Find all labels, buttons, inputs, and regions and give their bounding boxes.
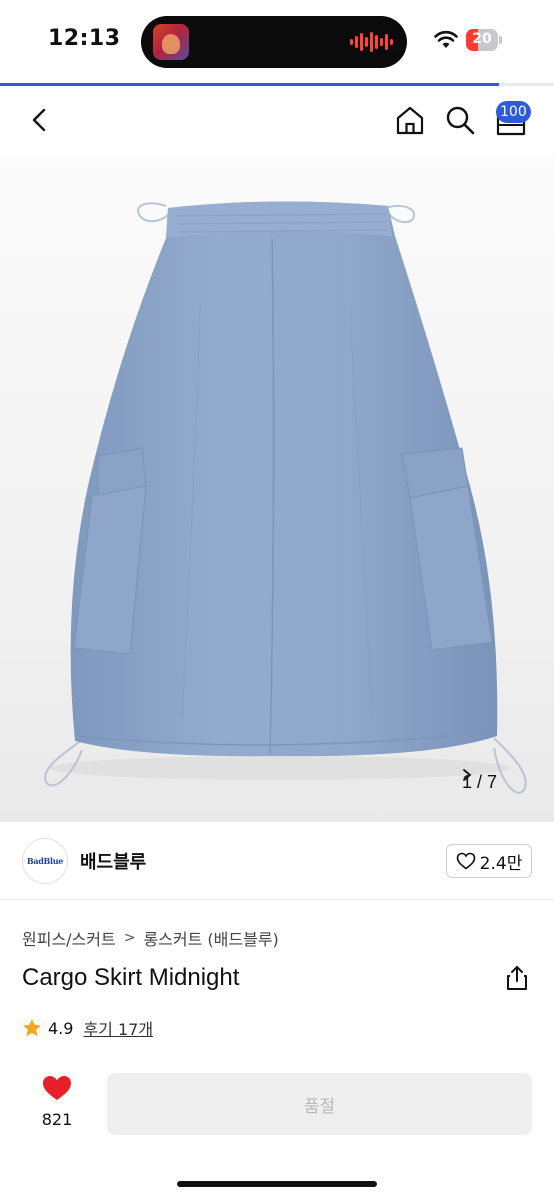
wishlist-count: 821 xyxy=(41,1110,73,1129)
brand-like-button[interactable]: 2.4만 xyxy=(446,844,532,878)
audio-waveform-icon xyxy=(350,31,393,53)
rating-row: 4.9 후기 17개 xyxy=(22,1016,153,1040)
status-time: 12:13 xyxy=(48,26,121,51)
product-title: Cargo Skirt Midnight xyxy=(22,964,240,991)
breadcrumb-chevron-icon: > xyxy=(123,930,136,946)
now-playing-album-art xyxy=(153,24,189,60)
brand-name[interactable]: 배드블루 xyxy=(80,848,146,874)
home-icon[interactable] xyxy=(394,104,426,136)
brand-logo-text: BadBlue xyxy=(26,856,64,866)
cargo-skirt-photo xyxy=(44,201,527,794)
breadcrumb: 원피스/스커트 > 롱스커트 (배드블루) xyxy=(22,926,279,950)
brand-row[interactable]: BadBlue 배드블루 2.4만 xyxy=(0,822,554,900)
home-indicator xyxy=(177,1181,377,1187)
dynamic-island[interactable] xyxy=(141,16,407,68)
soldout-button[interactable]: 품절 xyxy=(107,1073,532,1135)
rating-value: 4.9 xyxy=(48,1018,74,1038)
share-icon[interactable] xyxy=(504,964,530,992)
back-icon[interactable] xyxy=(26,106,54,134)
image-counter: 1 / 7 xyxy=(462,768,532,796)
review-count-link[interactable]: 후기 17개 xyxy=(83,1016,153,1040)
battery-level: 20 xyxy=(472,31,492,47)
top-nav: 100 xyxy=(0,86,554,156)
search-icon[interactable] xyxy=(444,104,476,136)
status-bar: 12:13 20 xyxy=(0,0,554,84)
heart-filled-icon xyxy=(43,1076,71,1100)
breadcrumb-item-subcategory[interactable]: 롱스커트 (배드블루) xyxy=(143,926,278,950)
breadcrumb-item-category[interactable]: 원피스/스커트 xyxy=(22,926,116,950)
chevron-right-icon[interactable] xyxy=(462,768,472,782)
brand-logo[interactable]: BadBlue xyxy=(22,838,68,884)
wishlist-button[interactable]: 821 xyxy=(30,1074,84,1134)
star-icon xyxy=(23,1019,41,1037)
product-image-carousel[interactable]: 1 / 7 xyxy=(0,156,554,822)
cart-count-badge[interactable]: 100 xyxy=(496,101,531,123)
battery-icon: 20 xyxy=(466,29,502,51)
brand-like-count: 2.4만 xyxy=(479,853,523,874)
wifi-icon xyxy=(434,30,458,48)
heart-outline-icon xyxy=(456,852,475,870)
